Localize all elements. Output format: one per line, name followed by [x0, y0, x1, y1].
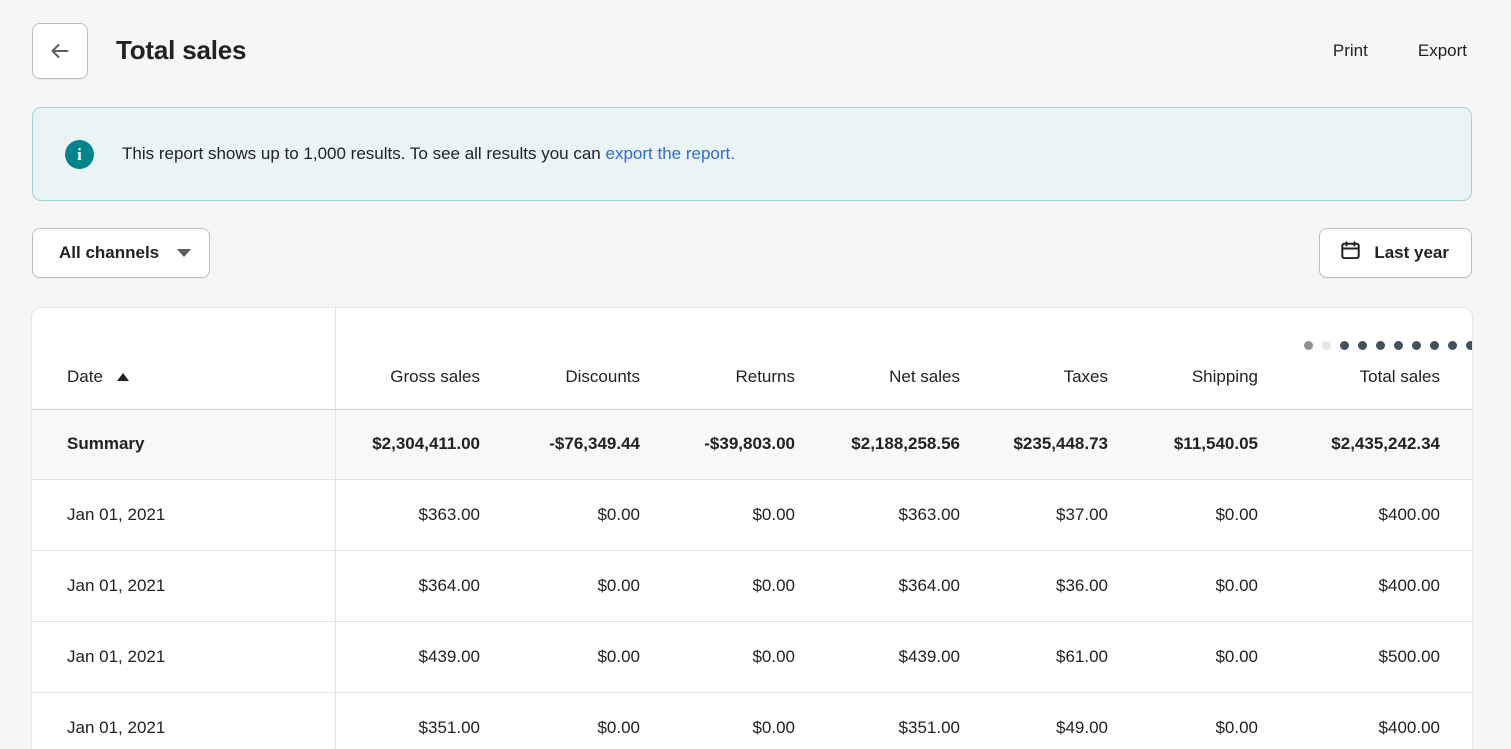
info-icon: i — [65, 139, 94, 169]
cell-net-sales: $363.00 — [827, 479, 992, 551]
print-button[interactable]: Print — [1331, 37, 1370, 65]
cell-net-sales: $351.00 — [898, 717, 960, 737]
table-body: Summary $2,304,411.00 -$76,349.44 -$39,8… — [32, 409, 1472, 749]
report-table: Date Gross sales Discounts Returns Net s… — [32, 308, 1472, 749]
scroll-dot — [1358, 341, 1367, 350]
cell-gross-sales: $351.00 — [418, 717, 480, 737]
summary-gross-sales: $2,304,411.00 — [335, 409, 512, 480]
caret-up-icon — [116, 372, 129, 381]
scroll-dot — [1448, 341, 1457, 350]
cell-total-sales: $400.00 — [1290, 479, 1472, 551]
cell-returns: $0.00 — [672, 479, 827, 551]
page-title: Total sales — [116, 35, 247, 65]
column-header-gross-sales[interactable]: Gross sales — [335, 308, 512, 410]
scroll-dot — [1376, 341, 1385, 350]
date-range-button[interactable]: Last year — [1319, 228, 1472, 278]
cell-date: Jan 01, 2021 — [32, 692, 336, 749]
summary-returns: -$39,803.00 — [672, 409, 827, 480]
scroll-dot — [1430, 341, 1439, 350]
cell-discounts: $0.00 — [512, 479, 672, 551]
scroll-dot — [1322, 341, 1331, 350]
summary-net-sales: $2,188,258.56 — [827, 409, 992, 480]
report-page: Total sales Print Export i This report s… — [0, 0, 1511, 749]
cell-shipping: $0.00 — [1140, 550, 1290, 622]
table-row[interactable]: Jan 01, 2021 $351.00 $0.00 $0.00 $351.00… — [32, 692, 1472, 749]
column-scroll-indicator[interactable] — [1304, 341, 1472, 350]
cell-shipping: $0.00 — [1215, 717, 1258, 737]
channel-filter-button[interactable]: All channels — [32, 228, 211, 278]
summary-discounts: -$76,349.44 — [512, 409, 672, 480]
column-header-taxes[interactable]: Taxes — [992, 308, 1140, 410]
cell-gross-sales: $439.00 — [335, 621, 512, 693]
cell-taxes: $37.00 — [992, 479, 1140, 551]
cell-total-sales: $500.00 — [1290, 621, 1472, 693]
info-banner: i This report shows up to 1,000 results.… — [32, 107, 1472, 201]
table-row[interactable]: Jan 01, 2021 $363.00 $0.00 $0.00 $363.00… — [32, 479, 1472, 551]
cell-net-sales: $364.00 — [827, 550, 992, 622]
cell-gross-sales: $364.00 — [335, 550, 512, 622]
column-header-date[interactable]: Date — [32, 308, 336, 410]
cell-total-sales: $400.00 — [1378, 717, 1440, 737]
summary-label: Summary — [32, 409, 336, 480]
table-row[interactable]: Jan 01, 2021 $439.00 $0.00 $0.00 $439.00… — [32, 621, 1472, 693]
cell-returns: $0.00 — [752, 717, 795, 737]
arrow-left-icon — [49, 40, 71, 62]
chevron-down-icon — [177, 249, 192, 257]
summary-total-sales: $2,435,242.34 — [1290, 409, 1472, 480]
calendar-icon — [1340, 240, 1361, 266]
cell-returns: $0.00 — [672, 621, 827, 693]
info-icon-glyph: i — [77, 144, 82, 164]
cell-taxes: $49.00 — [1056, 717, 1108, 737]
scroll-dot — [1340, 341, 1349, 350]
column-header-date-label: Date — [67, 366, 103, 386]
info-banner-message: This report shows up to 1,000 results. T… — [122, 144, 606, 164]
cell-taxes: $61.00 — [992, 621, 1140, 693]
cell-date: Jan 01, 2021 — [32, 550, 336, 622]
cell-discounts: $0.00 — [597, 717, 640, 737]
column-header-returns[interactable]: Returns — [672, 308, 827, 410]
scroll-dot — [1394, 341, 1403, 350]
channel-filter-label: All channels — [59, 243, 160, 262]
table-head: Date Gross sales Discounts Returns Net s… — [32, 308, 1472, 410]
filter-bar: All channels Last year — [0, 228, 1511, 280]
column-header-shipping[interactable]: Shipping — [1140, 308, 1290, 410]
table-row[interactable]: Jan 01, 2021 $364.00 $0.00 $0.00 $364.00… — [32, 550, 1472, 622]
date-range-label: Last year — [1374, 243, 1449, 262]
info-banner-text: This report shows up to 1,000 results. T… — [122, 142, 735, 166]
summary-taxes: $235,448.73 — [992, 409, 1140, 480]
cell-date: Jan 01, 2021 — [32, 621, 336, 693]
summary-shipping: $11,540.05 — [1140, 409, 1290, 480]
scroll-dot — [1412, 341, 1421, 350]
header-actions: Print Export — [1331, 37, 1469, 65]
cell-returns: $0.00 — [672, 550, 827, 622]
cell-shipping: $0.00 — [1140, 621, 1290, 693]
cell-taxes: $36.00 — [992, 550, 1140, 622]
page-header: Total sales Print Export — [0, 0, 1511, 101]
cell-shipping: $0.00 — [1140, 479, 1290, 551]
scroll-dot — [1466, 341, 1472, 350]
summary-row: Summary $2,304,411.00 -$76,349.44 -$39,8… — [32, 409, 1472, 480]
back-button[interactable] — [32, 22, 88, 79]
report-table-card: Date Gross sales Discounts Returns Net s… — [32, 308, 1472, 749]
cell-net-sales: $439.00 — [827, 621, 992, 693]
export-button[interactable]: Export — [1416, 37, 1469, 65]
column-header-net-sales[interactable]: Net sales — [827, 308, 992, 410]
export-report-link[interactable]: export the report. — [606, 144, 735, 163]
cell-total-sales: $400.00 — [1290, 550, 1472, 622]
cell-discounts: $0.00 — [512, 621, 672, 693]
column-header-discounts[interactable]: Discounts — [512, 308, 672, 410]
cell-gross-sales: $363.00 — [335, 479, 512, 551]
scroll-dot — [1304, 341, 1313, 350]
cell-discounts: $0.00 — [512, 550, 672, 622]
cell-date: Jan 01, 2021 — [32, 479, 336, 551]
column-header-total-sales[interactable]: Total sales — [1290, 308, 1472, 410]
table-header-row: Date Gross sales Discounts Returns Net s… — [32, 308, 1472, 410]
